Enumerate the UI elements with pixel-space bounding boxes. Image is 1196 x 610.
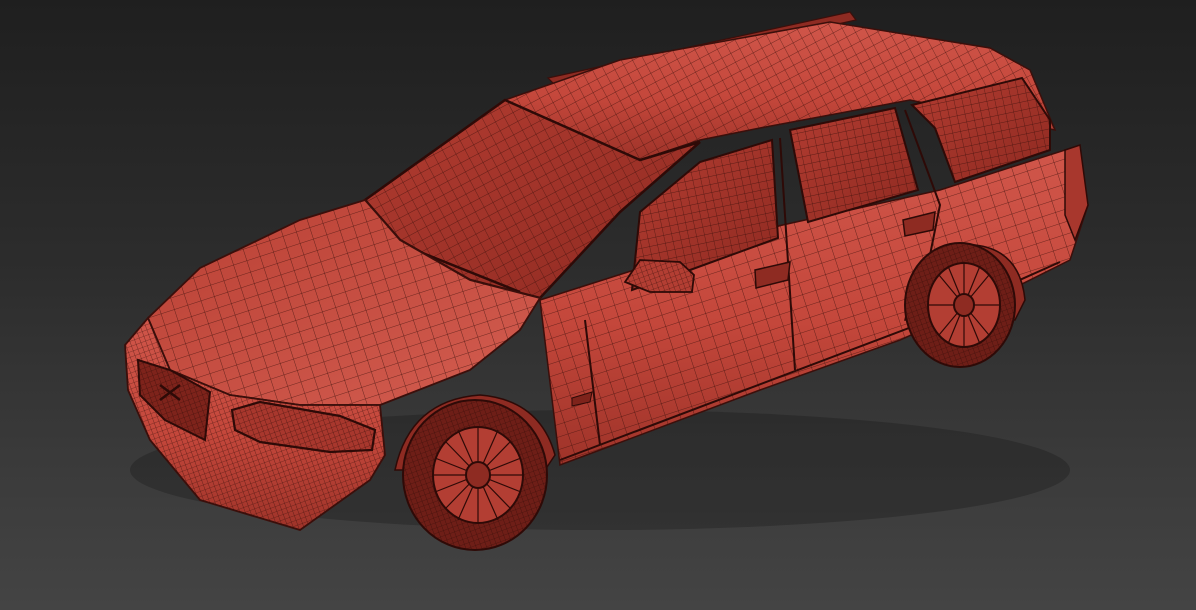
3d-viewport[interactable]	[0, 0, 1196, 610]
car-wireframe-render	[124, 11, 1089, 551]
rear-wheel	[904, 242, 1026, 368]
car-body	[502, 21, 1089, 467]
